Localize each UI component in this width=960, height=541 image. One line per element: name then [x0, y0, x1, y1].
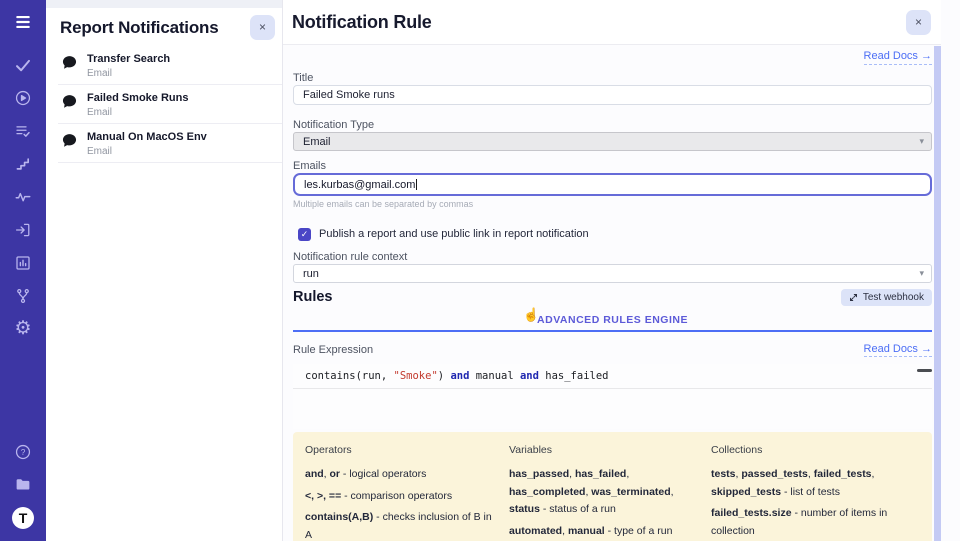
test-webhook-button[interactable]: Test webhook	[841, 289, 932, 306]
tab-advanced-rules-engine[interactable]: ADVANCED RULES ENGINE	[537, 314, 688, 326]
emails-value: les.kurbas@gmail.com	[304, 179, 415, 191]
import-icon[interactable]	[14, 221, 32, 239]
notification-list-item[interactable]: Transfer Search Email	[58, 46, 282, 85]
chevron-down-icon: ▾	[919, 136, 924, 147]
publish-checkbox-label: Publish a report and use public link in …	[319, 228, 589, 240]
help-column: Operators and, or - logical operators <, >…	[305, 444, 495, 541]
notification-type: Email	[87, 107, 188, 118]
close-rule-button[interactable]: ×	[906, 10, 931, 35]
test-webhook-label: Test webhook	[863, 292, 924, 303]
help-column: Collections tests, passed_tests, failed_t…	[711, 444, 920, 541]
title-label: Title	[293, 72, 932, 85]
steps-icon[interactable]	[14, 155, 32, 173]
tab-underline	[293, 330, 932, 332]
code-line[interactable]: contains(run, "Smoke") and manual and ha…	[293, 364, 932, 389]
rules-tab-row: ☝ ADVANCED RULES ENGINE	[293, 310, 932, 324]
projects-folder-icon[interactable]	[14, 475, 32, 493]
notification-type-select[interactable]: Email ▾	[293, 132, 932, 151]
docs-row: Read Docs →	[293, 50, 932, 65]
mouse-cursor-icon: ☝	[523, 307, 539, 323]
close-panel-button[interactable]: ×	[250, 15, 275, 40]
branch-icon[interactable]	[14, 287, 32, 305]
menu-icon[interactable]	[14, 13, 32, 31]
expand-arrows-icon	[849, 293, 858, 302]
emails-hint: Multiple emails can be separated by comm…	[293, 199, 932, 210]
help-entry: tests, passed_tests, failed_tests, skipp…	[711, 466, 920, 501]
publish-checkbox[interactable]: ✓	[298, 228, 311, 241]
help-column-title: Collections	[711, 444, 920, 456]
rule-form: Read Docs → Title Failed Smoke runs Noti…	[283, 50, 941, 541]
notification-list-item[interactable]: Manual On MacOS Env Email	[58, 124, 282, 163]
tasks-check-icon[interactable]	[14, 56, 32, 74]
expression-help-box: Operators and, or - logical operators <, >…	[293, 432, 932, 541]
text-caret	[416, 179, 417, 190]
notification-rule-panel: Notification Rule × Read Docs → Title Fa…	[283, 0, 941, 541]
pulse-icon[interactable]	[14, 188, 32, 206]
svg-text:?: ?	[21, 448, 26, 457]
chat-bubble-icon	[62, 133, 77, 148]
notification-title: Manual On MacOS Env	[87, 130, 207, 144]
publish-checkbox-row[interactable]: ✓ Publish a report and use public link i…	[293, 227, 932, 241]
vertical-scrollbar[interactable]	[934, 46, 941, 541]
notification-item-text: Manual On MacOS Env Email	[87, 130, 207, 157]
notification-list-item[interactable]: Failed Smoke Runs Email	[58, 85, 282, 124]
context-value: run	[303, 268, 319, 280]
play-circle-icon[interactable]	[14, 89, 32, 107]
chevron-down-icon: ▾	[919, 268, 924, 279]
app-logo[interactable]: T	[12, 507, 34, 529]
emails-input[interactable]: les.kurbas@gmail.com	[293, 173, 932, 196]
help-column-title: Operators	[305, 444, 495, 456]
app-sidebar: ⚙ ? T	[0, 0, 46, 541]
help-entry: automated, manual - type of a run	[509, 523, 697, 541]
read-docs-link-rules[interactable]: Read Docs →	[864, 343, 932, 357]
notification-list: Transfer Search Email Failed Smoke Runs …	[46, 46, 282, 163]
help-entry: has_passed, has_failed, has_completed, w…	[509, 466, 697, 519]
help-entry: and, or - logical operators	[305, 466, 495, 484]
help-column: Variables has_passed, has_failed, has_com…	[509, 444, 697, 541]
notification-type-label: Notification Type	[293, 119, 932, 132]
chat-bubble-icon	[62, 55, 77, 70]
help-entry: contains(A,B) - checks inclusion of B in…	[305, 509, 495, 541]
title-input[interactable]: Failed Smoke runs	[293, 85, 932, 105]
rule-panel-header: Notification Rule ×	[283, 0, 941, 45]
help-entry: <, >, == - comparison operators	[305, 488, 495, 506]
notification-type-value: Email	[303, 136, 331, 148]
context-select[interactable]: run ▾	[293, 264, 932, 283]
help-column-title: Variables	[509, 444, 697, 456]
rule-expression-editor[interactable]: contains(run, "Smoke") and manual and ha…	[293, 364, 932, 429]
chat-bubble-icon	[62, 94, 77, 109]
notification-title: Failed Smoke Runs	[87, 91, 188, 105]
notification-item-text: Transfer Search Email	[87, 52, 170, 79]
sidebar-nav: ⚙	[14, 56, 32, 338]
notification-type: Email	[87, 146, 207, 157]
settings-gear-icon[interactable]: ⚙	[14, 320, 32, 338]
help-icon[interactable]: ?	[14, 443, 32, 461]
panel-header: Report Notifications ×	[46, 8, 282, 46]
notification-title: Transfer Search	[87, 52, 170, 66]
context-label: Notification rule context	[293, 251, 932, 264]
notification-item-text: Failed Smoke Runs Email	[87, 91, 188, 118]
page-title: Notification Rule	[292, 12, 432, 33]
rules-heading: Rules	[293, 289, 333, 305]
rule-expression-label: Rule Expression	[293, 344, 373, 356]
test-list-icon[interactable]	[14, 122, 32, 140]
read-docs-link[interactable]: Read Docs →	[864, 50, 932, 65]
report-notifications-panel: Report Notifications × Transfer Search E…	[46, 0, 283, 541]
emails-label: Emails	[293, 160, 932, 173]
rules-header-row: Rules Test webhook	[293, 288, 932, 306]
analytics-icon[interactable]	[14, 254, 32, 272]
help-entry: failed_tests.size - number of items in c…	[711, 505, 920, 540]
editor-scrollbar-thumb[interactable]	[917, 369, 932, 372]
rule-expression-row: Rule Expression Read Docs →	[293, 343, 932, 357]
panel-title: Report Notifications	[60, 15, 218, 40]
sidebar-bottom: ? T	[12, 443, 34, 529]
notification-type: Email	[87, 68, 170, 79]
